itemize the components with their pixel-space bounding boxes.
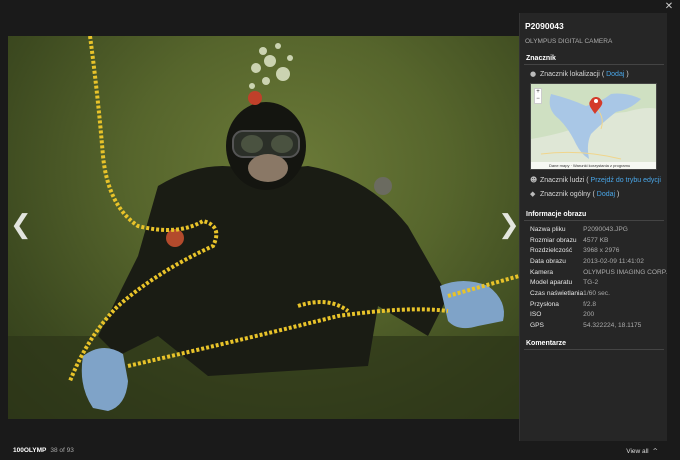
map-illustration (531, 84, 656, 169)
map-zoom-in-button[interactable]: + (535, 89, 541, 96)
info-key: Rozdzielczość (530, 247, 573, 255)
info-value: P2090043.JPG (583, 225, 628, 233)
tag-icon: ◆ (530, 190, 536, 198)
info-row: GPS 54.322224, 18.1175 (530, 320, 667, 331)
info-value: 4577 KB (583, 236, 609, 244)
info-value: 54.322224, 18.1175 (583, 322, 642, 330)
info-value: f/2.8 (583, 300, 596, 308)
info-row: Nazwa pliku P2090043.JPG (530, 224, 667, 235)
add-general-tag-link[interactable]: Dodaj (597, 191, 615, 198)
info-row: Rozdzielczość 3968 x 2976 (530, 245, 667, 256)
info-row: ISO 200 (530, 310, 667, 321)
info-value: 3968 x 2976 (583, 247, 620, 255)
info-key: ISO (530, 311, 542, 319)
image-info-heading: Informacje obrazu (524, 209, 664, 221)
general-tag-label: Znacznik ogólny (539, 191, 591, 198)
info-key: Kamera (530, 268, 554, 276)
info-value: 1/60 sec. (583, 289, 610, 297)
location-tag-row: ● Znacznik lokalizacji ( Dodaj ) (530, 70, 629, 78)
location-pin-icon: ● (530, 70, 537, 78)
info-value: OLYMPUS IMAGING CORP. (583, 268, 668, 276)
location-map[interactable]: + − Dane mapy · Warunki korzystania z pr… (530, 83, 657, 170)
info-key: GPS (530, 322, 544, 330)
photo-counter: 38 of 93 (50, 447, 74, 454)
next-photo-icon[interactable]: ❯ (498, 210, 520, 240)
info-panel: P2090043 OLYMPUS DIGITAL CAMERA Znacznik… (519, 13, 667, 441)
info-row: Rozmiar obrazu 4577 KB (530, 235, 667, 246)
image-info-table: Nazwa pliku P2090043.JPG Rozmiar obrazu 457… (530, 224, 667, 331)
diver-photo-illustration (8, 36, 519, 419)
info-key: Czas naświetlania (530, 289, 584, 297)
album-info: 100OLYMP 38 of 93 (13, 447, 74, 454)
photo-title: P2090043 (525, 21, 564, 31)
info-row: Data obrazu 2013-02-09 11:41:02 (530, 256, 667, 267)
info-row: Model aparatu TG-2 (530, 277, 667, 288)
previous-photo-icon[interactable]: ❮ (10, 210, 32, 240)
general-tag-row: ◆ Znacznik ogólny ( Dodaj ) (530, 190, 620, 198)
map-zoom-control[interactable]: + − (534, 88, 542, 104)
info-value: TG-2 (583, 279, 599, 287)
close-icon[interactable]: ✕ (664, 2, 674, 12)
view-all-label: View all (626, 448, 649, 455)
info-value: 2013-02-09 11:41:02 (583, 257, 644, 265)
people-tag-label: Znacznik ludzi (539, 177, 585, 184)
info-key: Rozmiar obrazu (530, 236, 577, 244)
photo-viewer-image (8, 36, 519, 419)
people-tag-row: ☻ Znacznik ludzi ( Przejdź do trybu edyc… (530, 176, 661, 184)
info-key: Przysłona (530, 300, 559, 308)
chevron-up-icon: ^ (652, 447, 658, 455)
comments-heading: Komentarze (524, 338, 664, 350)
info-value: 200 (583, 311, 595, 319)
info-key: Data obrazu (530, 257, 566, 265)
add-location-link[interactable]: Dodaj (606, 71, 624, 78)
view-all-button[interactable]: View all ^ (626, 447, 658, 455)
map-attribution[interactable]: Dane mapy · Warunki korzystania z progra… (531, 162, 656, 169)
tag-section-heading: Znacznik (524, 53, 664, 65)
info-key: Model aparatu (530, 279, 573, 287)
edit-mode-link[interactable]: Przejdź do trybu edycji (591, 177, 661, 184)
album-name[interactable]: 100OLYMP (13, 447, 46, 454)
person-icon: ☻ (530, 176, 538, 184)
map-zoom-out-button[interactable]: − (535, 96, 541, 103)
location-tag-label: Znacznik lokalizacji (539, 71, 600, 78)
info-key: Nazwa pliku (530, 225, 566, 233)
photo-description: OLYMPUS DIGITAL CAMERA (525, 38, 613, 45)
info-row: Przysłona f/2.8 (530, 299, 667, 310)
info-row: Kamera OLYMPUS IMAGING CORP. (530, 267, 667, 278)
info-row: Czas naświetlania 1/60 sec. (530, 288, 667, 299)
